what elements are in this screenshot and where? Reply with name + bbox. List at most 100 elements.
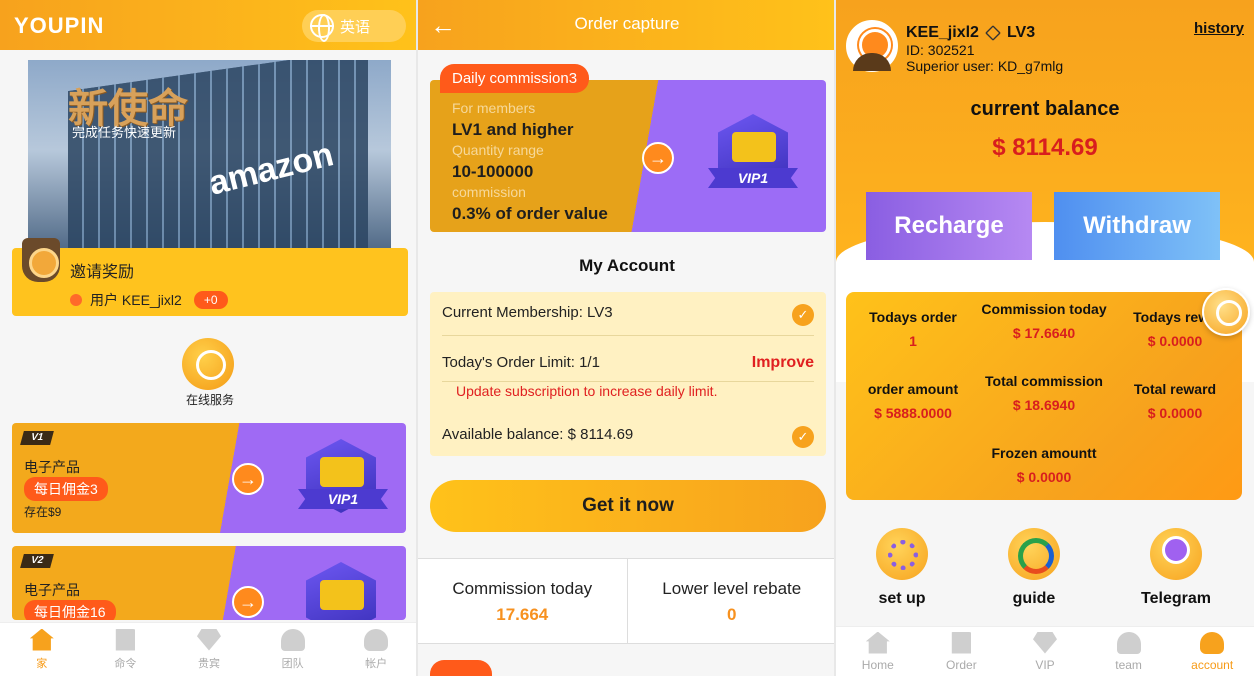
stat-value: 17.664 xyxy=(496,605,549,624)
diamond-icon xyxy=(1032,631,1057,654)
history-link[interactable]: history xyxy=(1194,20,1244,37)
stat-total-commission: Total commission $ 18.6940 xyxy=(981,373,1107,414)
stat-label: Commission today xyxy=(452,579,593,598)
stats-grid: Todays order 1 Commission today $ 17.664… xyxy=(846,292,1242,500)
tab-account[interactable]: 帐户 xyxy=(334,623,416,676)
stat-label: Commission today xyxy=(981,301,1107,317)
balance-value: $ 8114.69 xyxy=(992,134,1098,161)
tab-label: 帐户 xyxy=(365,657,388,670)
header: ← Order capture xyxy=(418,0,834,50)
medal-icon xyxy=(22,238,60,282)
document-icon xyxy=(115,628,135,651)
refresh-guide-icon xyxy=(1008,528,1060,580)
stat-total-reward: Total reward $ 0.0000 xyxy=(1112,381,1238,422)
tool-set-up[interactable]: set up xyxy=(842,528,962,608)
quantity-label: Quantity range xyxy=(452,142,544,158)
vip-level-tag: V1 xyxy=(20,431,54,445)
tool-label: Telegram xyxy=(1141,590,1211,607)
improve-link[interactable]: Improve xyxy=(752,354,814,372)
online-service-icon[interactable] xyxy=(182,338,234,390)
gears-icon xyxy=(876,528,928,580)
tab-label: VIP xyxy=(1035,657,1055,672)
avatar[interactable] xyxy=(846,20,898,72)
edit-pencil-icon[interactable] xyxy=(985,25,1001,41)
document-icon xyxy=(951,631,971,654)
stat-label: Lower level rebate xyxy=(662,579,802,598)
user-dot-icon xyxy=(70,294,82,306)
stat-frozen-amount: Frozen amountt $ 0.0000 xyxy=(981,445,1107,486)
membership-row: Current Membership: LV3 ✓ xyxy=(442,304,814,336)
home-screen: YOUPIN 英语 新使命 完成任务快速更新 amazon 邀请奖励 用户 KE… xyxy=(0,0,418,676)
invite-reward-card[interactable]: 邀请奖励 用户 KEE_jixl2 +0 xyxy=(12,238,408,316)
username: KEE_jixl2 xyxy=(906,24,979,41)
customer-service-icon[interactable] xyxy=(1202,288,1250,336)
tab-label: 家 xyxy=(36,657,48,670)
account-info-card: Current Membership: LV3 ✓ Today's Order … xyxy=(430,292,826,456)
tab-account[interactable]: account xyxy=(1170,627,1254,676)
tab-vip[interactable]: VIP xyxy=(1003,627,1087,676)
user-level: LV3 xyxy=(1006,24,1036,41)
tool-telegram[interactable]: Telegram xyxy=(1116,528,1236,608)
team-icon xyxy=(1116,631,1141,654)
tab-order[interactable]: Order xyxy=(920,627,1004,676)
language-button[interactable]: 英语 xyxy=(302,10,406,42)
user-id-block: ID: 302521 Superior user: KD_g7mlg xyxy=(906,42,1063,74)
daily-commission-tag: Daily commission3 xyxy=(440,64,590,93)
tab-label: 贵宾 xyxy=(197,657,220,670)
check-icon: ✓ xyxy=(792,426,814,448)
bottom-tab-bar: 家 命令 贵宾 团队 帐户 xyxy=(0,622,416,676)
invite-count-badge: +0 xyxy=(193,291,228,309)
tool-label: guide xyxy=(1012,590,1056,607)
recharge-button[interactable]: Recharge xyxy=(866,192,1032,260)
members-value: LV1 and higher xyxy=(452,120,574,139)
card-icon xyxy=(732,132,776,162)
tab-label: 团队 xyxy=(281,657,304,670)
tab-label: team xyxy=(1115,657,1142,672)
user-icon xyxy=(364,628,389,651)
commission-stats: Commission today 17.664 Lower level reba… xyxy=(418,558,834,644)
available-balance-text: Available balance: $ 8114.69 xyxy=(442,426,634,443)
stat-label: Frozen amountt xyxy=(991,445,1097,461)
balance-label: current balance xyxy=(970,98,1120,120)
tab-home[interactable]: Home xyxy=(836,627,920,676)
arrow-right-icon[interactable]: → xyxy=(232,586,264,618)
tool-guide[interactable]: guide xyxy=(974,528,1094,608)
online-service-label[interactable]: 在线服务 xyxy=(170,391,250,408)
stat-order-amount: order amount $ 5888.0000 xyxy=(850,381,976,422)
tab-label: Order xyxy=(946,657,977,672)
stat-value: $ 5888.0000 xyxy=(874,405,952,421)
tab-home[interactable]: 家 xyxy=(0,623,84,676)
diamond-icon xyxy=(196,628,221,651)
product-title: 电子产品 xyxy=(24,459,80,475)
vip-badge-icon xyxy=(306,562,376,620)
tab-label: 命令 xyxy=(114,657,137,670)
stat-label: Total reward xyxy=(1133,381,1217,397)
product-stock: 存在$9 xyxy=(24,505,62,519)
arrow-right-icon[interactable]: → xyxy=(232,463,264,495)
tab-vip[interactable]: 贵宾 xyxy=(167,623,251,676)
stat-label: Total commission xyxy=(985,373,1103,389)
superior-user: Superior user: KD_g7mlg xyxy=(906,58,1064,74)
globe-icon xyxy=(310,14,334,42)
get-it-now-button[interactable]: Get it now xyxy=(430,480,826,532)
stat-commission-today: Commission today $ 17.6640 xyxy=(981,301,1107,342)
daily-commission-card[interactable]: For members LV1 and higher Quantity rang… xyxy=(430,80,826,232)
limit-warning: Update subscription to increase daily li… xyxy=(456,383,718,399)
withdraw-button[interactable]: Withdraw xyxy=(1054,192,1220,260)
username-row: KEE_jixl2 LV3 xyxy=(906,24,1035,42)
tab-label: Home xyxy=(861,657,894,672)
tab-orders[interactable]: 命令 xyxy=(84,623,168,676)
product-card-v2[interactable]: V2 电子产品 每日佣金16 → xyxy=(12,546,406,620)
tab-team[interactable]: team xyxy=(1087,627,1171,676)
promo-banner[interactable]: 新使命 完成任务快速更新 amazon xyxy=(28,60,391,260)
arrow-right-icon[interactable]: → xyxy=(642,142,674,174)
tab-team[interactable]: 团队 xyxy=(251,623,335,676)
product-card-v1[interactable]: V1 电子产品 每日佣金3 存在$9 → VIP1 xyxy=(12,423,406,533)
commission-label: commission xyxy=(452,184,526,200)
stat-value: 1 xyxy=(909,333,917,349)
header: YOUPIN 英语 xyxy=(0,0,416,50)
bottom-tab-bar: Home Order VIP team account xyxy=(836,626,1254,676)
home-icon xyxy=(29,628,54,651)
stat-label: order amount xyxy=(867,381,959,397)
balance-row: Available balance: $ 8114.69 ✓ xyxy=(442,426,814,450)
